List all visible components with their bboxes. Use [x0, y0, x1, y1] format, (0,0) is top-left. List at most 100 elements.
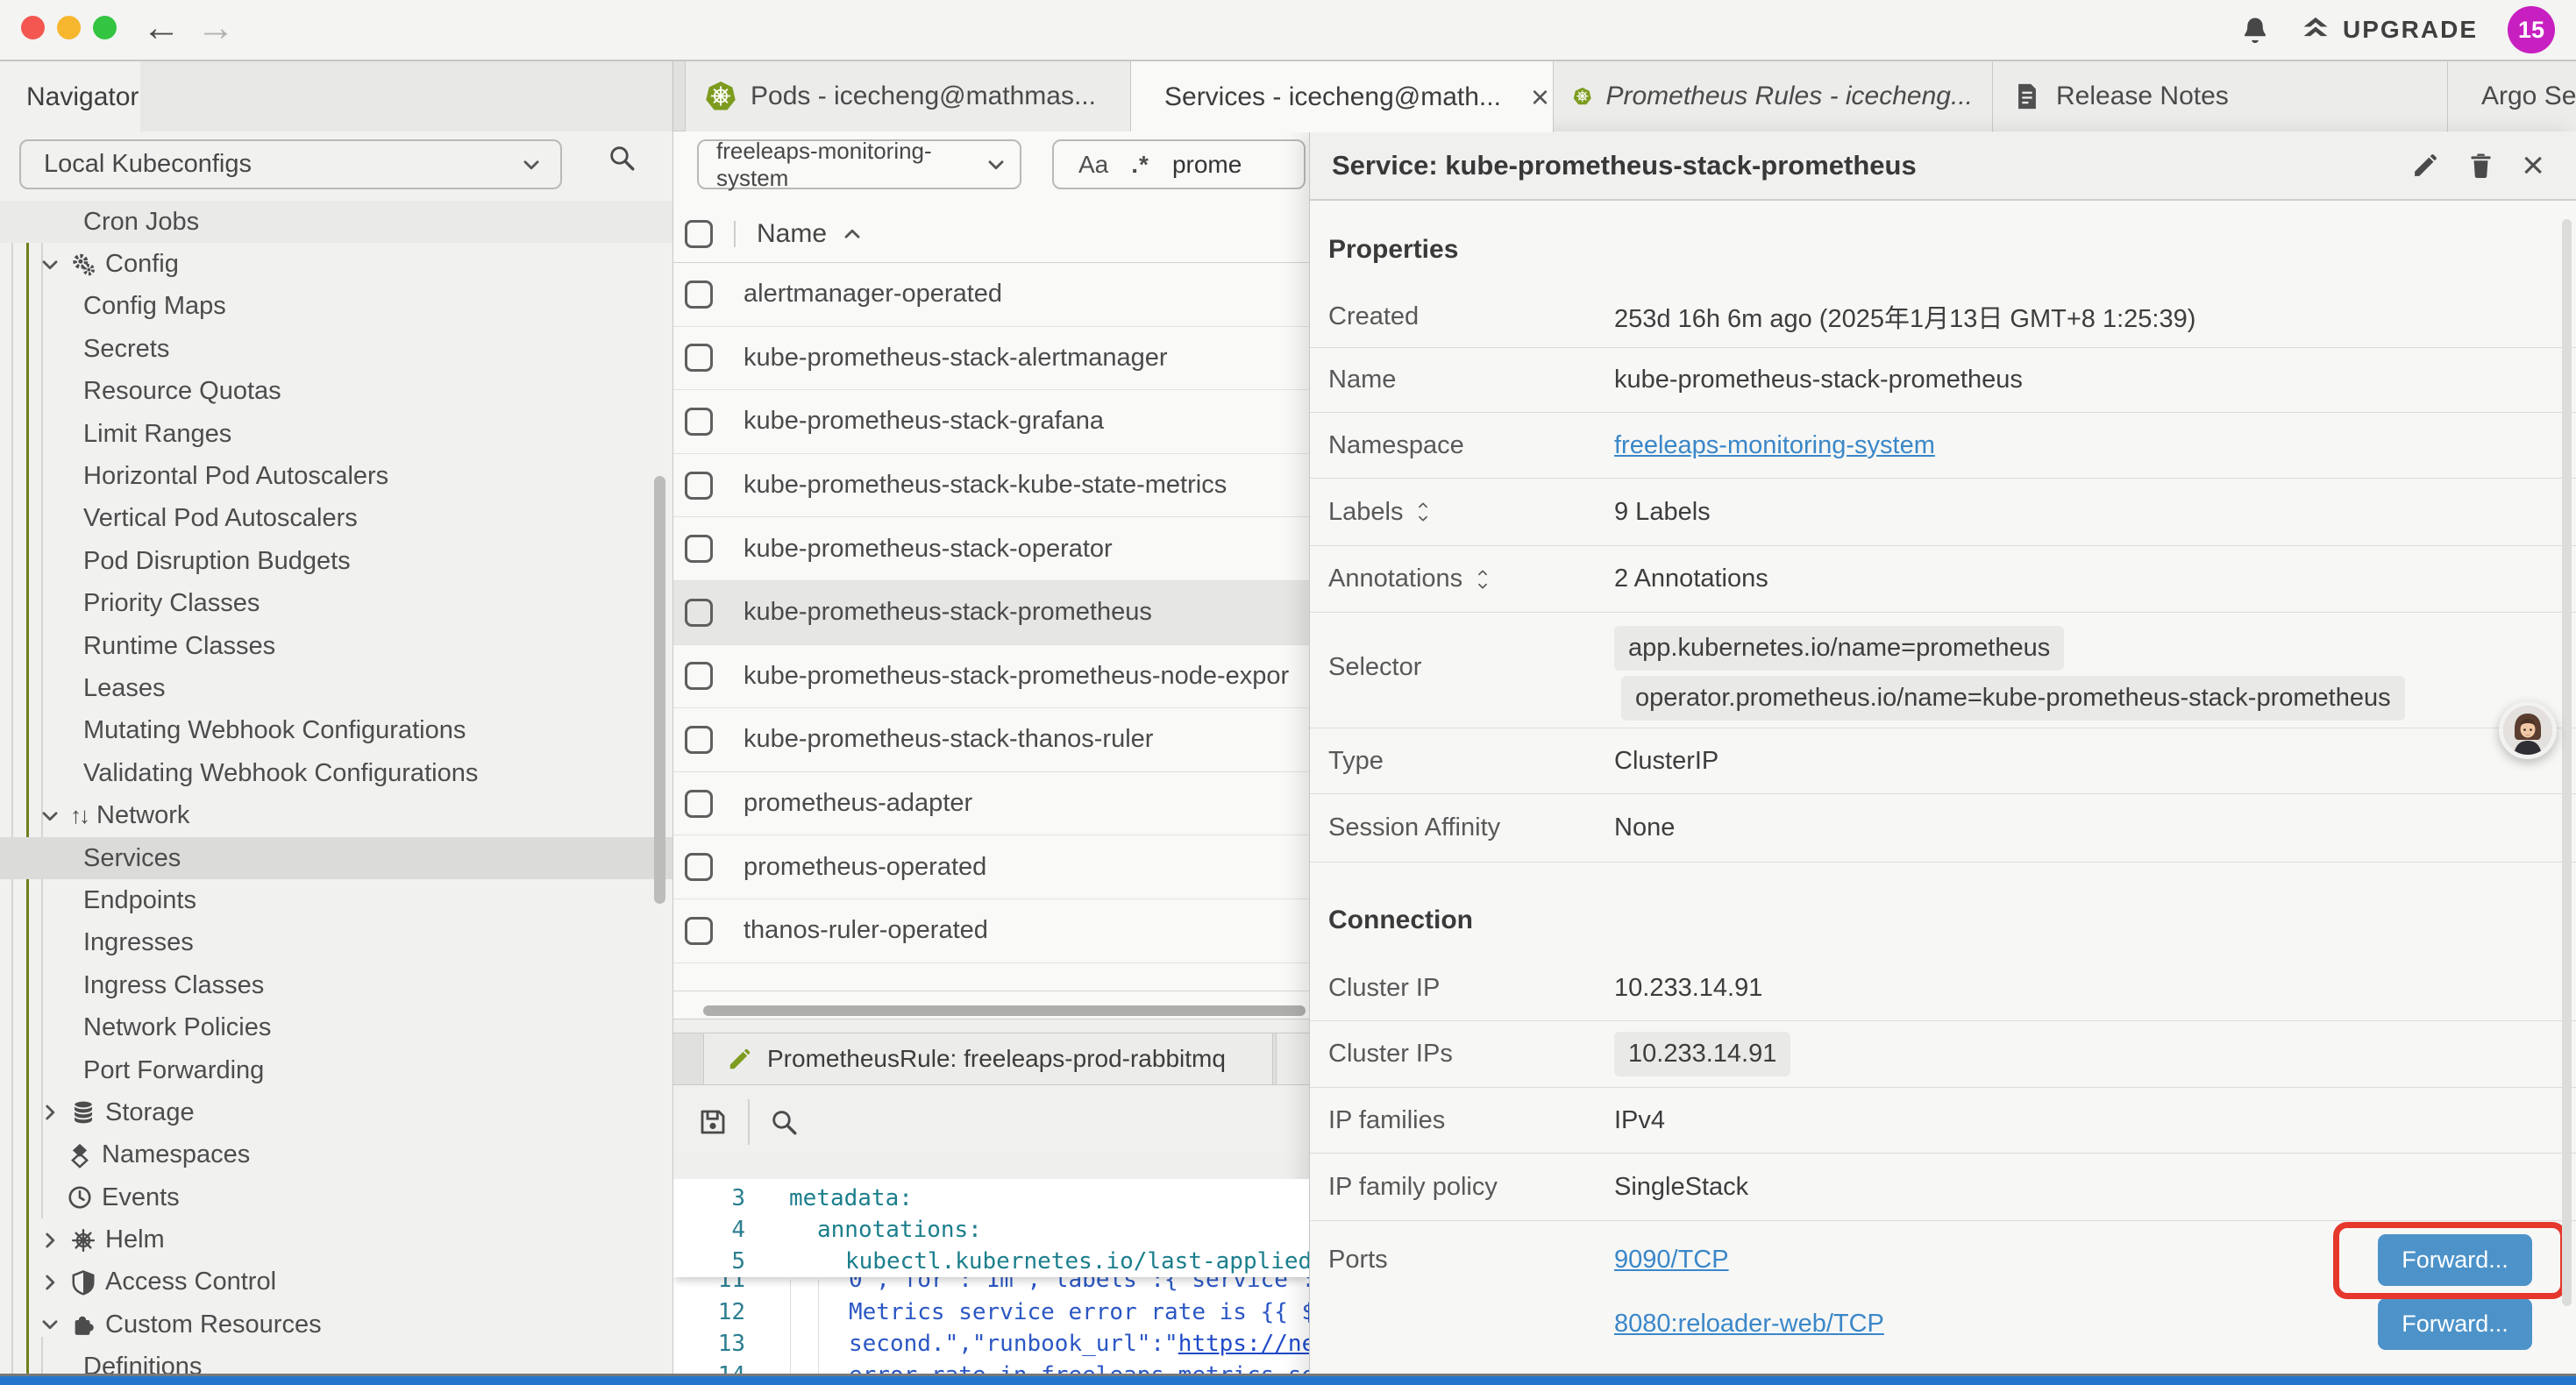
sidebar-item-namespaces[interactable]: Namespaces	[0, 1134, 672, 1176]
indent-guide	[818, 1280, 819, 1376]
match-case-toggle[interactable]: Aa	[1078, 151, 1108, 179]
yaml-editor[interactable]: 3metadata: 4annotations: 5kubectl.kubern…	[673, 1179, 1309, 1376]
row-checkbox[interactable]	[685, 917, 713, 945]
close-window-button[interactable]	[21, 16, 45, 39]
sidebar-group-storage[interactable]: Storage	[0, 1091, 672, 1133]
tab-argo[interactable]: Argo Se	[2448, 61, 2576, 131]
sort-ascending-icon[interactable]	[841, 223, 864, 245]
sidebar-item-endpoints[interactable]: Endpoints	[0, 879, 672, 921]
upgrade-button[interactable]: UPGRADE	[2301, 15, 2478, 45]
back-arrow-icon[interactable]: ←	[142, 6, 181, 50]
table-row[interactable]: prometheus-adapter	[673, 772, 1309, 836]
annotations-label: Annotations	[1328, 565, 1462, 593]
search-icon[interactable]	[607, 143, 637, 173]
sidebar-item-ingress-classes[interactable]: Ingress Classes	[0, 964, 672, 1006]
forward-arrow-icon[interactable]: →	[196, 6, 235, 50]
sidebar-item-secrets[interactable]: Secrets	[0, 328, 672, 370]
edit-pencil-icon[interactable]	[2411, 151, 2440, 180]
port-link-8080[interactable]: 8080:reloader-web/TCP	[1614, 1310, 1884, 1339]
save-icon[interactable]	[697, 1106, 729, 1138]
table-row[interactable]: prometheus-operated	[673, 835, 1309, 899]
row-checkbox[interactable]	[685, 472, 713, 500]
horizontal-scrollbar[interactable]	[703, 1005, 1306, 1016]
detail-body: Properties Created 253d 16h 6m ago (2025…	[1310, 201, 2576, 1385]
row-checkbox[interactable]	[685, 344, 713, 372]
table-row-selected[interactable]: kube-prometheus-stack-prometheus	[673, 581, 1309, 645]
sidebar-item-horizontal-pod-autoscalers[interactable]: Horizontal Pod Autoscalers	[0, 455, 672, 497]
sidebar-item-network-policies[interactable]: Network Policies	[0, 1006, 672, 1048]
sidebar-group-config[interactable]: Config	[0, 243, 672, 285]
sidebar-group-custom-resources[interactable]: Custom Resources	[0, 1303, 672, 1346]
sidebar-item-leases[interactable]: Leases	[0, 667, 672, 709]
row-checkbox[interactable]	[685, 853, 713, 881]
namespace-filter-dropdown[interactable]: freeleaps-monitoring-system	[697, 139, 1021, 189]
editor-tab-prometheusrule[interactable]: PrometheusRule: freeleaps-prod-rabbitmq	[703, 1033, 1273, 1084]
tab-services[interactable]: Services - icecheng@math... ×	[1131, 61, 1554, 132]
item-label: Resource Quotas	[83, 377, 281, 406]
bell-icon[interactable]	[2239, 14, 2271, 46]
table-row[interactable]: kube-prometheus-stack-grafana	[673, 390, 1309, 454]
tab-release-notes[interactable]: Release Notes	[1993, 61, 2448, 131]
table-row[interactable]: kube-prometheus-stack-operator	[673, 517, 1309, 581]
notification-badge[interactable]: 15	[2508, 6, 2555, 53]
sidebar-item-config-maps[interactable]: Config Maps	[0, 286, 672, 328]
sidebar-item-services[interactable]: Services	[0, 837, 672, 879]
sidebar-item-vertical-pod-autoscalers[interactable]: Vertical Pod Autoscalers	[0, 498, 672, 540]
expand-collapse-icon[interactable]	[1473, 566, 1492, 593]
table-row[interactable]: alertmanager-operated	[673, 263, 1309, 327]
row-checkbox[interactable]	[685, 535, 713, 563]
sidebar-group-network[interactable]: ↑↓ Network	[0, 794, 672, 836]
sidebar-item-limit-ranges[interactable]: Limit Ranges	[0, 413, 672, 455]
editor-tab-partial[interactable]	[1276, 1033, 1309, 1084]
row-checkbox[interactable]	[685, 726, 713, 754]
close-tab-icon[interactable]: ×	[1531, 82, 1549, 113]
row-checkbox[interactable]	[685, 662, 713, 690]
forward-port-button[interactable]: Forward...	[2378, 1298, 2532, 1350]
sidebar-scrollbar[interactable]	[654, 476, 665, 904]
chevron-down-icon	[39, 253, 61, 276]
sidebar-item-mutating-webhook-configurations[interactable]: Mutating Webhook Configurations	[0, 710, 672, 752]
close-panel-icon[interactable]: ×	[2522, 146, 2544, 185]
sidebar-item-port-forwarding[interactable]: Port Forwarding	[0, 1049, 672, 1091]
table-row[interactable]: kube-prometheus-stack-alertmanager	[673, 327, 1309, 391]
navigator-panel-tab[interactable]: Navigator	[0, 61, 140, 132]
sidebar-item-resource-quotas[interactable]: Resource Quotas	[0, 371, 672, 413]
sidebar-item-events[interactable]: Events	[0, 1176, 672, 1218]
table-row[interactable]: kube-prometheus-stack-kube-state-metrics	[673, 454, 1309, 518]
tab-pods[interactable]: Pods - icecheng@mathmas...	[685, 61, 1131, 131]
row-checkbox[interactable]	[685, 790, 713, 818]
toolbar-divider	[748, 1099, 750, 1145]
table-row[interactable]: kube-prometheus-stack-prometheus-node-ex…	[673, 645, 1309, 709]
search-icon[interactable]	[769, 1107, 799, 1137]
kubeconfig-selector[interactable]: Local Kubeconfigs	[19, 139, 562, 189]
table-row[interactable]: thanos-ruler-operated	[673, 899, 1309, 963]
sidebar-item-pod-disruption-budgets[interactable]: Pod Disruption Budgets	[0, 540, 672, 582]
namespace-link[interactable]: freeleaps-monitoring-system	[1614, 431, 1935, 460]
sidebar-item-runtime-classes[interactable]: Runtime Classes	[0, 625, 672, 667]
avatar-face-image	[2503, 706, 2552, 755]
column-header-name[interactable]: Name	[757, 219, 827, 249]
sidebar-item-validating-webhook-configurations[interactable]: Validating Webhook Configurations	[0, 752, 672, 794]
row-checkbox[interactable]	[685, 599, 713, 627]
assistant-avatar[interactable]	[2499, 701, 2557, 759]
trash-icon[interactable]	[2466, 151, 2495, 180]
resource-search-input[interactable]: Aa .* prome	[1052, 139, 1306, 189]
sidebar-item-cron-jobs[interactable]: Cron Jobs	[0, 201, 672, 243]
expand-collapse-icon[interactable]	[1413, 499, 1433, 525]
sidebar-group-helm[interactable]: Helm	[0, 1218, 672, 1261]
maximize-window-button[interactable]	[93, 16, 117, 39]
regex-toggle[interactable]: .*	[1131, 151, 1149, 179]
sidebar-item-priority-classes[interactable]: Priority Classes	[0, 583, 672, 625]
row-checkbox[interactable]	[685, 408, 713, 436]
minimize-window-button[interactable]	[57, 16, 81, 39]
detail-scrollbar[interactable]	[2562, 219, 2572, 1306]
port-link-9090[interactable]: 9090/TCP	[1614, 1246, 1729, 1275]
sidebar-group-access-control[interactable]: Access Control	[0, 1261, 672, 1303]
item-label: Storage	[105, 1098, 195, 1127]
row-checkbox[interactable]	[685, 281, 713, 309]
header-separator	[734, 221, 736, 247]
select-all-checkbox[interactable]	[685, 220, 713, 248]
table-row[interactable]: kube-prometheus-stack-thanos-ruler	[673, 708, 1309, 772]
sidebar-item-ingresses[interactable]: Ingresses	[0, 922, 672, 964]
tab-prometheus-rules[interactable]: Prometheus Rules - icecheng...	[1554, 61, 1993, 131]
